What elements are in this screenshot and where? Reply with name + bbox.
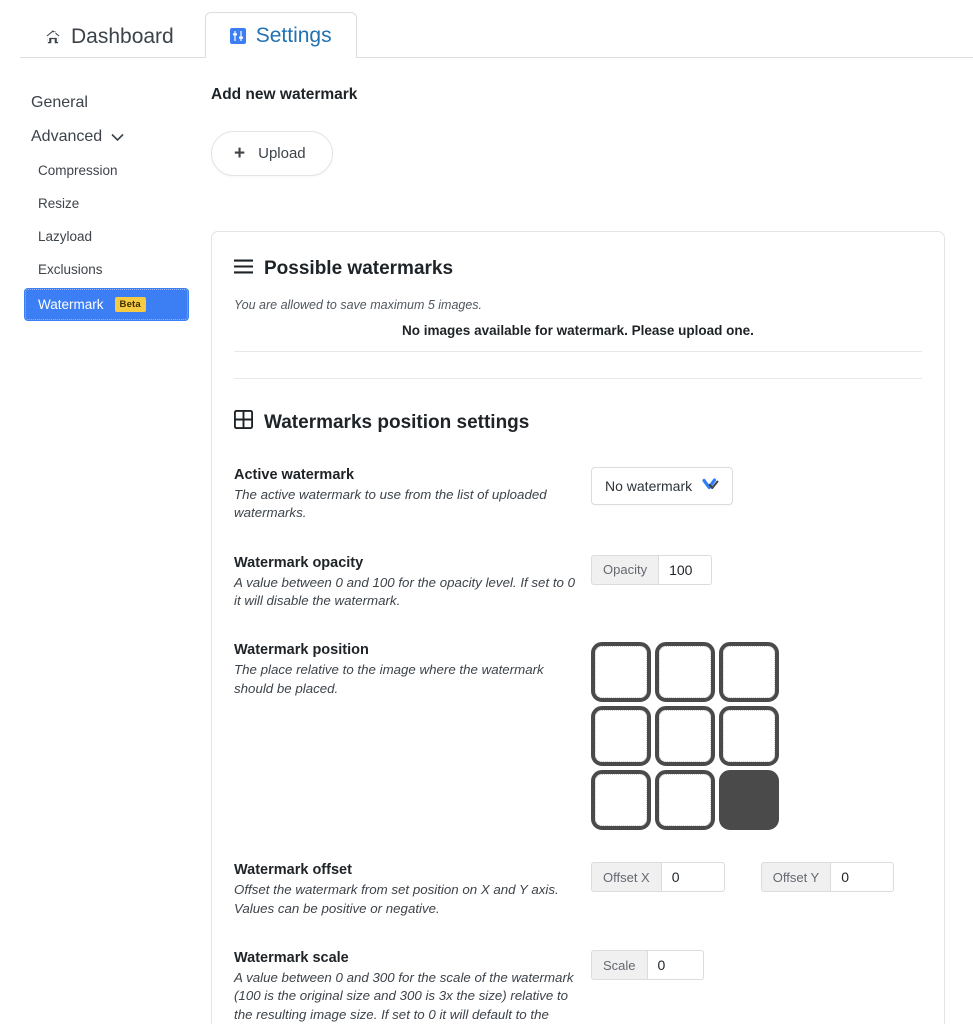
position-section-title: Watermarks position settings <box>264 411 530 433</box>
setting-row-position: Watermark position The place relative to… <box>234 642 922 831</box>
position-cell-bottom-right[interactable] <box>719 770 779 831</box>
setting-description: The active watermark to use from the lis… <box>234 487 547 521</box>
sliders-icon <box>229 27 246 44</box>
opacity-input-label: Opacity <box>591 554 659 585</box>
setting-row-scale: Watermark scale A value between 0 and 30… <box>234 950 922 1024</box>
watermark-position-grid <box>591 642 779 831</box>
setting-description: Offset the watermark from set position o… <box>234 882 559 916</box>
sidebar-item-lazyload-label: Lazyload <box>38 229 93 244</box>
position-cell-bottom-left[interactable] <box>591 770 651 831</box>
setting-title: Watermark offset <box>234 862 352 879</box>
upload-button-label: Upload <box>258 145 306 162</box>
watermarks-card: Possible watermarks You are allowed to s… <box>211 231 945 1024</box>
offset-x-input[interactable] <box>660 862 725 893</box>
setting-title: Watermark scale <box>234 950 349 967</box>
offset-y-input[interactable] <box>830 862 895 893</box>
sidebar-item-advanced[interactable]: Advanced <box>0 120 211 154</box>
sidebar-item-general[interactable]: General <box>0 86 211 120</box>
sidebar-item-general-label: General <box>31 94 88 111</box>
offset-y-input-label: Offset Y <box>760 862 831 893</box>
sidebar-item-resize[interactable]: Resize <box>0 187 211 220</box>
tab-bar: Dashboard Settings <box>0 0 973 59</box>
position-cell-top-center[interactable] <box>655 642 715 703</box>
scale-input[interactable] <box>646 950 704 981</box>
sidebar-item-advanced-label: Advanced <box>31 128 103 145</box>
setting-labels: Watermark opacity A value between 0 and … <box>234 555 591 611</box>
setting-control <box>591 642 922 831</box>
setting-control: Opacity <box>591 554 922 611</box>
setting-row-offset: Watermark offset Offset the watermark fr… <box>234 862 922 918</box>
sidebar-item-exclusions[interactable]: Exclusions <box>0 253 211 286</box>
main-content: Add new watermark + Upload Possible wate… <box>211 58 973 1024</box>
divider-2 <box>234 378 922 379</box>
position-section-header: Watermarks position settings <box>233 409 922 435</box>
scale-input-label: Scale <box>591 950 647 981</box>
setting-row-opacity: Watermark opacity A value between 0 and … <box>234 554 922 611</box>
empty-state-message: No images available for watermark. Pleas… <box>402 323 754 338</box>
setting-row-active-watermark: Active watermark The active watermark to… <box>234 467 922 523</box>
active-watermark-value: No watermark <box>605 478 693 494</box>
position-cell-top-left[interactable] <box>591 642 651 703</box>
setting-control: Scale <box>591 950 922 1024</box>
tab-settings[interactable]: Settings <box>204 12 357 59</box>
divider-1 <box>234 351 922 352</box>
position-cell-bottom-center[interactable] <box>655 770 715 831</box>
setting-description: A value between 0 and 300 for the scale … <box>234 970 574 1022</box>
status-badge-beta: Beta <box>114 297 146 312</box>
sidebar-item-compression-label: Compression <box>38 163 118 178</box>
page-layout: General Advanced Compression Resize Lazy… <box>0 58 973 1024</box>
upload-button[interactable]: + Upload <box>211 131 333 176</box>
chevron-down-icon <box>702 477 721 495</box>
position-cell-middle-right[interactable] <box>719 706 779 767</box>
sidebar-item-watermark[interactable]: Watermark Beta <box>24 288 189 321</box>
grid-icon <box>233 409 254 435</box>
setting-title: Watermark opacity <box>234 554 364 571</box>
chevron-down-icon <box>111 131 124 144</box>
setting-control: No watermark <box>591 467 922 523</box>
card-header: Possible watermarks <box>234 258 922 280</box>
tab-dashboard[interactable]: Dashboard <box>20 14 199 58</box>
sidebar: General Advanced Compression Resize Lazy… <box>0 58 211 323</box>
sidebar-item-resize-label: Resize <box>38 196 80 211</box>
offset-x-input-label: Offset X <box>591 862 661 893</box>
position-cell-middle-center[interactable] <box>655 706 715 767</box>
sidebar-item-watermark-label: Watermark <box>38 297 104 312</box>
sidebar-item-compression[interactable]: Compression <box>0 154 211 187</box>
setting-control: Offset X Offset Y <box>591 862 922 918</box>
card-hint: You are allowed to save maximum 5 images… <box>234 298 483 312</box>
setting-description: A value between 0 and 100 for the opacit… <box>234 574 576 609</box>
setting-labels: Watermark scale A value between 0 and 30… <box>234 950 591 1024</box>
page-title: Add new watermark <box>211 86 358 103</box>
opacity-input-group: Opacity <box>591 554 713 585</box>
setting-labels: Watermark offset Offset the watermark fr… <box>234 862 591 918</box>
home-icon <box>45 29 61 45</box>
hamburger-icon <box>234 258 253 280</box>
tab-settings-label: Settings <box>255 23 332 47</box>
sidebar-item-exclusions-label: Exclusions <box>38 262 103 277</box>
setting-labels: Active watermark The active watermark to… <box>234 467 591 523</box>
tab-dashboard-label: Dashboard <box>71 24 174 48</box>
offset-x-input-group: Offset X <box>591 862 725 893</box>
card-title: Possible watermarks <box>264 258 454 279</box>
position-cell-middle-left[interactable] <box>591 706 651 767</box>
setting-title: Active watermark <box>234 467 355 483</box>
setting-description: The place relative to the image where th… <box>234 662 544 696</box>
scale-input-group: Scale <box>591 950 704 981</box>
position-cell-top-right[interactable] <box>719 642 779 703</box>
opacity-input[interactable] <box>658 554 713 585</box>
offset-y-input-group: Offset Y <box>760 862 895 893</box>
active-watermark-select[interactable]: No watermark <box>591 467 734 505</box>
sidebar-item-lazyload[interactable]: Lazyload <box>0 220 211 253</box>
setting-labels: Watermark position The place relative to… <box>234 642 591 830</box>
plus-icon: + <box>234 143 246 164</box>
setting-title: Watermark position <box>234 642 369 659</box>
